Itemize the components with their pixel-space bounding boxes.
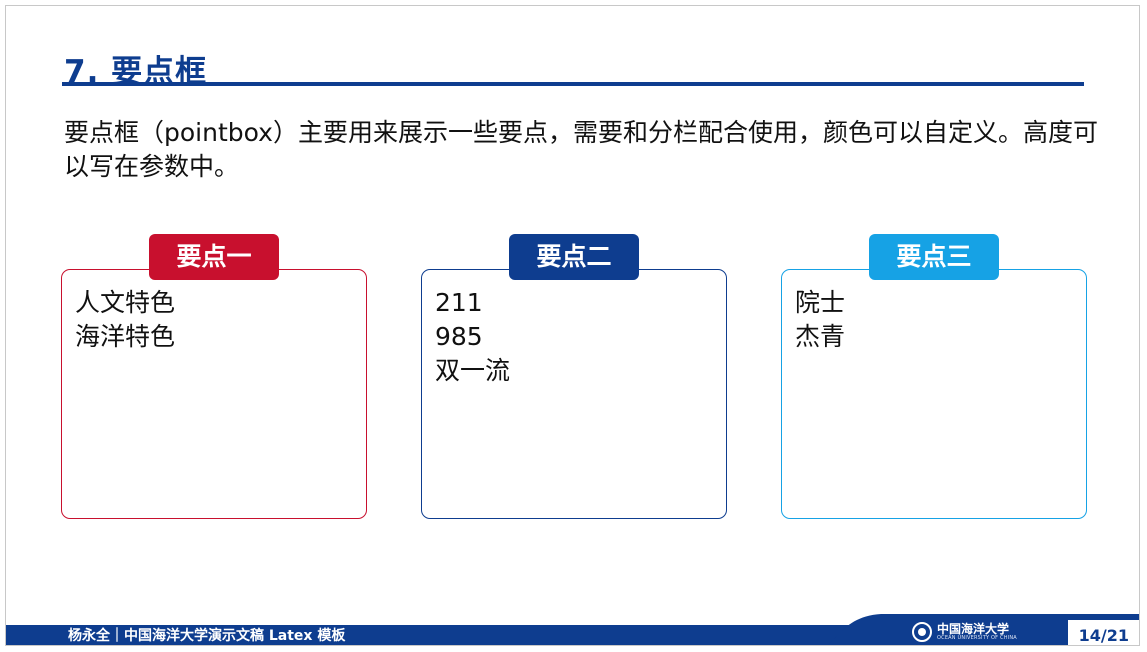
pointbox-1: 要点一 人文特色 海洋特色	[61, 234, 367, 519]
pointbox-1-item: 人文特色	[75, 288, 176, 317]
slide: 7. 要点框 要点框（pointbox）主要用来展示一些要点，需要和分栏配合使用…	[5, 5, 1140, 646]
pointbox-1-tag: 要点一	[149, 234, 279, 280]
pointbox-1-item: 海洋特色	[75, 322, 176, 351]
pointbox-3-tag: 要点三	[869, 234, 999, 280]
pointbox-2-tag: 要点二	[509, 234, 639, 280]
pointbox-3-content: 院士 杰青	[795, 286, 845, 354]
logo-chinese-name: 中国海洋大学	[937, 621, 1010, 636]
pointbox-1-content: 人文特色 海洋特色	[75, 286, 175, 354]
pointbox-3-item: 院士	[795, 288, 846, 317]
university-logo: 中国海洋大学 OCEAN UNIVERSITY OF CHINA	[912, 620, 1017, 644]
pointbox-2-content: 211 985 双一流	[435, 286, 510, 388]
pointbox-2-item: 双一流	[435, 356, 511, 385]
university-emblem-icon	[912, 622, 932, 642]
page-number: 14/21	[1078, 626, 1129, 645]
title-underline	[62, 82, 1084, 86]
logo-text: 中国海洋大学 OCEAN UNIVERSITY OF CHINA	[937, 621, 1017, 641]
pointbox-3-item: 杰青	[795, 322, 846, 351]
logo-english-name: OCEAN UNIVERSITY OF CHINA	[937, 634, 1017, 641]
footer-author-title: 杨永全｜中国海洋大学演示文稿 Latex 模板	[68, 628, 346, 644]
pointbox-3: 要点三 院士 杰青	[781, 234, 1087, 519]
pointbox-2: 要点二 211 985 双一流	[421, 234, 727, 519]
slide-body-text: 要点框（pointbox）主要用来展示一些要点，需要和分栏配合使用，颜色可以自定…	[64, 118, 1098, 181]
pointbox-2-item: 985	[435, 322, 483, 351]
pointbox-2-item: 211	[435, 288, 483, 317]
